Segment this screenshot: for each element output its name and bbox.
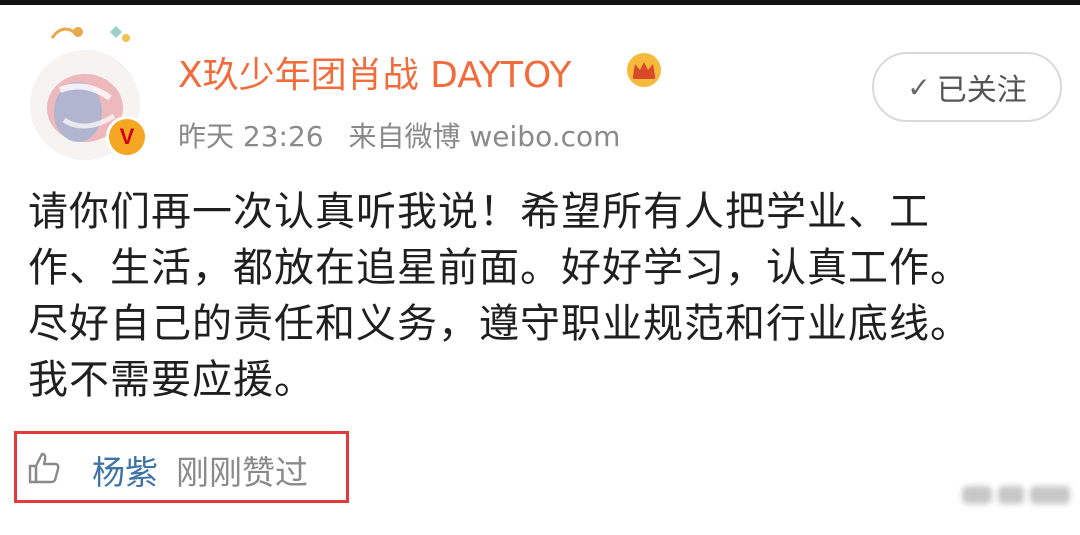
username[interactable]: X玖少年团肖战 DAYTOY xyxy=(178,46,571,98)
avatar[interactable]: V xyxy=(22,18,150,160)
crown-icon xyxy=(627,53,661,87)
post-source: 来自微博 weibo.com xyxy=(348,120,621,153)
follow-button[interactable]: ✓ 已关注 xyxy=(872,52,1062,122)
like-action-text: 刚刚赞过 xyxy=(176,453,308,492)
post-meta: 昨天 23:26 来自微博 weibo.com xyxy=(178,115,636,155)
like-user-link[interactable]: 杨紫 xyxy=(92,446,158,494)
post-content: 请你们再一次认真听我说！希望所有人把学业、工 作、生活，都放在追星前面。好好学习… xyxy=(28,184,1038,408)
post-content-line: 作、生活，都放在追星前面。好好学习，认真工作。 xyxy=(28,245,971,291)
post-content-line: 尽好自己的责任和义务，遵守职业规范和行业底线。 xyxy=(28,301,971,347)
verified-badge: V xyxy=(106,116,148,158)
check-icon: ✓ xyxy=(907,70,931,104)
watermark xyxy=(962,486,1070,504)
thumbs-up-icon[interactable] xyxy=(26,450,62,486)
top-border xyxy=(0,0,1080,5)
post-content-line: 请你们再一次认真听我说！希望所有人把学业、工 xyxy=(28,189,930,235)
post-content-line: 我不需要应援。 xyxy=(28,357,315,403)
post-time: 昨天 23:26 xyxy=(178,120,324,153)
follow-label: 已关注 xyxy=(936,73,1027,108)
